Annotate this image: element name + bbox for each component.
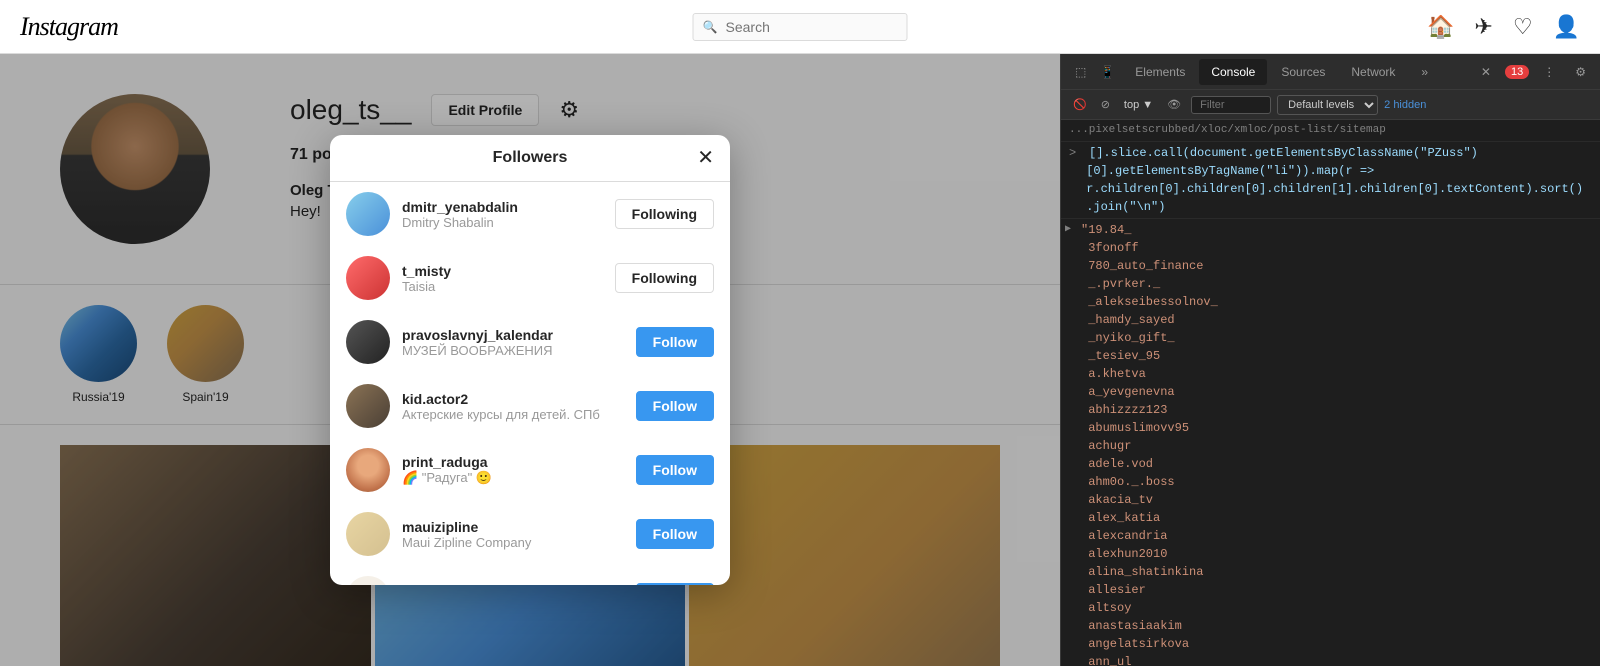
follower-info-7: bahbelgrade Belgrade Art Hotel**** [402, 583, 624, 586]
instagram-profile-area: oleg_ts__ Edit Profile ⚙ 71 posts 193 fo… [0, 54, 1060, 666]
settings-devtools-icon[interactable]: ⚙ [1569, 61, 1592, 83]
follower-item-7: Bak bahbelgrade Belgrade Art Hotel**** F… [330, 566, 730, 585]
follow-button-4[interactable]: Follow [636, 391, 714, 421]
follower-username-3[interactable]: pravoslavnyj_kalendar [402, 327, 624, 343]
compass-icon[interactable]: ✈ [1474, 14, 1492, 40]
follower-info-6: mauizipline Maui Zipline Company [402, 519, 624, 550]
console-input-line[interactable]: [].slice.call(document.getElementsByClas… [1061, 142, 1600, 219]
tab-more[interactable]: » [1409, 59, 1440, 85]
console-filter-input[interactable] [1191, 96, 1271, 114]
instagram-logo: Instagram [20, 12, 118, 42]
eye-icon[interactable]: 👁 [1163, 96, 1185, 113]
top-navigation: Instagram 🔍 🏠 ✈ ♡ 👤 [0, 0, 1600, 54]
follower-username-2[interactable]: t_misty [402, 263, 603, 279]
main-content: oleg_ts__ Edit Profile ⚙ 71 posts 193 fo… [0, 54, 1600, 666]
follower-username-7[interactable]: bahbelgrade [402, 583, 624, 586]
tab-console[interactable]: Console [1199, 59, 1267, 85]
console-output-area: ...pixelsetscrubbed/xloc/xmloc/post-list… [1061, 120, 1600, 666]
devtools-panel: ⬚ 📱 Elements Console Sources Network » ✕… [1060, 54, 1600, 666]
follower-item-6: mauizipline Maui Zipline Company Follow [330, 502, 730, 566]
console-url-line: ...pixelsetscrubbed/xloc/xmloc/post-list… [1061, 120, 1600, 142]
profile-icon[interactable]: 👤 [1553, 14, 1580, 40]
search-icon: 🔍 [703, 20, 718, 34]
follower-name-1: Dmitry Shabalin [402, 215, 603, 230]
tab-sources[interactable]: Sources [1269, 59, 1337, 85]
follower-avatar-1 [346, 192, 390, 236]
modal-close-button[interactable]: ✕ [697, 148, 714, 168]
follower-avatar-3 [346, 320, 390, 364]
follower-username-5[interactable]: print_raduga [402, 454, 624, 470]
follower-name-4: Актерские курсы для детей. СПб [402, 407, 624, 422]
expand-icon[interactable]: ▶ [1065, 222, 1071, 237]
follow-button-3[interactable]: Follow [636, 327, 714, 357]
follower-avatar-5 [346, 448, 390, 492]
modal-title: Followers [493, 149, 568, 167]
hidden-count-badge[interactable]: 2 hidden [1384, 99, 1426, 111]
follower-name-3: МУЗЕЙ ВООБРАЖЕНИЯ [402, 343, 624, 358]
follower-info-2: t_misty Taisia [402, 263, 603, 294]
follower-avatar-6 [346, 512, 390, 556]
follow-button-5[interactable]: Follow [636, 455, 714, 485]
more-options-icon[interactable]: ⋮ [1537, 61, 1561, 83]
error-badge: 13 [1505, 65, 1529, 79]
followers-modal: Followers ✕ dmitr_yenabdalin Dmitry Shab… [330, 135, 730, 585]
follower-name-6: Maui Zipline Company [402, 535, 624, 550]
follower-item-5: print_raduga 🌈 "Радуга" 🙂 Follow [330, 438, 730, 502]
followers-list: dmitr_yenabdalin Dmitry Shabalin Followi… [330, 182, 730, 585]
following-button-1[interactable]: Following [615, 199, 714, 229]
log-level-select[interactable]: Default levels [1277, 95, 1378, 115]
nav-icons-group: 🏠 ✈ ♡ 👤 [1427, 14, 1580, 40]
devtools-inspect-icon[interactable]: ⬚ [1069, 61, 1092, 83]
home-icon[interactable]: 🏠 [1427, 14, 1454, 40]
following-button-2[interactable]: Following [615, 263, 714, 293]
follower-item-4: kid.actor2 Актерские курсы для детей. СП… [330, 374, 730, 438]
follow-button-6[interactable]: Follow [636, 519, 714, 549]
devtools-toolbar: 🚫 ⊘ top ▼ 👁 Default levels 2 hidden [1061, 90, 1600, 120]
follower-username-6[interactable]: mauizipline [402, 519, 624, 535]
follower-avatar-4 [346, 384, 390, 428]
follower-info-3: pravoslavnyj_kalendar МУЗЕЙ ВООБРАЖЕНИЯ [402, 327, 624, 358]
modal-overlay[interactable]: Followers ✕ dmitr_yenabdalin Dmitry Shab… [0, 54, 1060, 666]
follower-info-1: dmitr_yenabdalin Dmitry Shabalin [402, 199, 603, 230]
modal-header: Followers ✕ [330, 135, 730, 182]
follower-avatar-7: Bak [346, 576, 390, 585]
follower-username-1[interactable]: dmitr_yenabdalin [402, 199, 603, 215]
follower-info-5: print_raduga 🌈 "Радуга" 🙂 [402, 454, 624, 486]
devtools-device-icon[interactable]: 📱 [1094, 61, 1121, 83]
follower-item-3: pravoslavnyj_kalendar МУЗЕЙ ВООБРАЖЕНИЯ … [330, 310, 730, 374]
devtools-right-icons: ✕ 13 ⋮ ⚙ [1475, 61, 1592, 83]
follower-item-1: dmitr_yenabdalin Dmitry Shabalin Followi… [330, 182, 730, 246]
close-devtools-icon[interactable]: ✕ [1475, 61, 1497, 83]
pause-log-icon[interactable]: ⊘ [1097, 96, 1114, 113]
follow-button-7[interactable]: Follow [636, 583, 714, 585]
follower-avatar-2 [346, 256, 390, 300]
follower-info-4: kid.actor2 Актерские курсы для детей. СП… [402, 391, 624, 422]
follower-name-2: Taisia [402, 279, 603, 294]
top-context[interactable]: top ▼ [1120, 97, 1157, 113]
search-input[interactable] [693, 13, 908, 41]
heart-icon[interactable]: ♡ [1513, 14, 1533, 40]
tab-elements[interactable]: Elements [1123, 59, 1197, 85]
follower-name-5: 🌈 "Радуга" 🙂 [402, 470, 624, 486]
follower-username-4[interactable]: kid.actor2 [402, 391, 624, 407]
devtools-tabs-bar: ⬚ 📱 Elements Console Sources Network » ✕… [1061, 54, 1600, 90]
follower-item-2: t_misty Taisia Following [330, 246, 730, 310]
console-result-line: ▶ "19.84_ 3fonoff 780_auto_finance _.pvr… [1061, 219, 1600, 666]
search-container: 🔍 [693, 13, 908, 41]
tab-network[interactable]: Network [1339, 59, 1407, 85]
clear-console-icon[interactable]: 🚫 [1069, 96, 1091, 113]
